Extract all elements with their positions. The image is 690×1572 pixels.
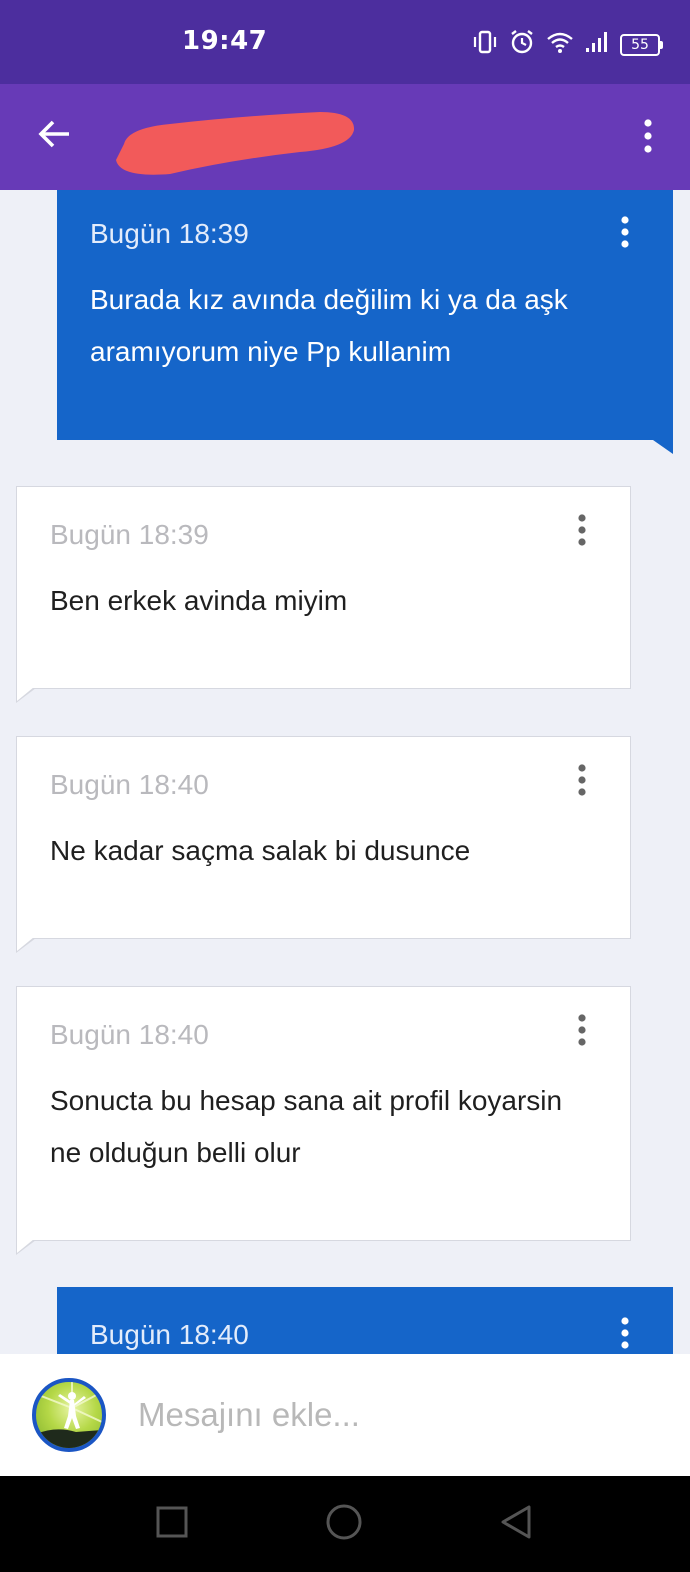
bubble-tail [653, 440, 673, 454]
message-composer [0, 1354, 690, 1476]
message-time: Bugün 18:39 [90, 218, 249, 249]
message-menu-button[interactable] [613, 214, 637, 254]
message-text: Sonucta bu hesap sana ait profil koyarsi… [50, 1085, 563, 1168]
more-vertical-icon [621, 1316, 629, 1354]
more-vertical-icon [578, 763, 586, 801]
avatar[interactable] [32, 1378, 106, 1452]
system-nav-bar [0, 1476, 690, 1572]
more-vertical-icon [578, 1013, 586, 1051]
message-bubble-sent[interactable]: Bugün 18:39 Burada kız avında değilim ki… [57, 190, 673, 454]
message-menu-button[interactable] [613, 1315, 637, 1354]
more-vertical-icon [621, 215, 629, 253]
message-menu-button[interactable] [570, 512, 594, 552]
status-icons: 55 [472, 28, 663, 61]
alarm-icon [508, 28, 536, 61]
more-options-button[interactable] [636, 118, 660, 158]
arrow-left-icon [37, 119, 71, 154]
vibrate-icon [472, 29, 498, 60]
app-bar [0, 84, 690, 190]
message-bubble-received[interactable]: Bugün 18:40 Ne kadar saçma salak bi dusu… [16, 736, 631, 953]
circle-icon [325, 1503, 363, 1546]
back-nav-button[interactable] [496, 1504, 536, 1544]
message-time: Bugün 18:40 [90, 1319, 249, 1350]
message-bubble-received[interactable]: Bugün 18:40 Sonucta bu hesap sana ait pr… [16, 986, 631, 1255]
wifi-icon [546, 30, 574, 59]
chat-thread[interactable]: Bugün 18:39 Burada kız avında değilim ki… [0, 190, 690, 1354]
message-text: Ben erkek avinda miyim [50, 585, 348, 616]
bubble-tail [16, 937, 36, 953]
contact-name-redacted [110, 104, 360, 178]
status-bar: 19:47 55 [0, 0, 690, 84]
triangle-back-icon [499, 1504, 533, 1545]
message-time: Bugün 18:39 [50, 519, 209, 550]
back-button[interactable] [34, 116, 74, 156]
message-input[interactable] [138, 1390, 658, 1440]
message-menu-button[interactable] [570, 762, 594, 802]
message-time: Bugün 18:40 [50, 1019, 209, 1050]
recents-button[interactable] [152, 1504, 192, 1544]
home-button[interactable] [324, 1504, 364, 1544]
message-text: Burada kız avında değilim ki ya da aşk a… [90, 284, 568, 367]
message-menu-button[interactable] [570, 1012, 594, 1052]
battery-icon: 55 [620, 33, 663, 56]
more-vertical-icon [578, 513, 586, 551]
status-time: 19:47 [182, 26, 268, 56]
bubble-tail [16, 1239, 36, 1255]
message-bubble-received[interactable]: Bugün 18:39 Ben erkek avinda miyim [16, 486, 631, 703]
message-bubble-sent[interactable]: Bugün 18:40 [57, 1287, 673, 1354]
signal-icon [584, 30, 610, 59]
square-icon [156, 1506, 188, 1543]
more-vertical-icon [644, 118, 652, 158]
message-text: Ne kadar saçma salak bi dusunce [50, 835, 471, 866]
bubble-tail [16, 687, 36, 703]
message-time: Bugün 18:40 [50, 769, 209, 800]
